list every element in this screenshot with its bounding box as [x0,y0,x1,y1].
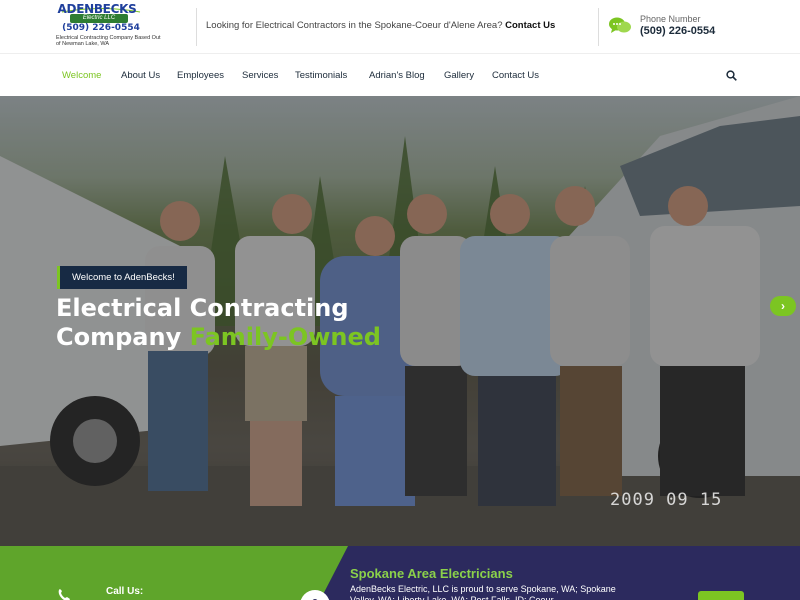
nav-item-testimonials[interactable]: Testimonials [295,70,347,81]
phone-icon [58,589,70,600]
logo-tagline: Electrical Contracting Company Based Out… [56,35,161,47]
chat-bubbles-icon [609,17,631,33]
service-area-text: AdenBecks Electric, LLC is proud to serv… [350,584,616,600]
nav-item-welcome[interactable]: Welcome [62,70,101,81]
nav-item-services[interactable]: Services [242,70,278,81]
hero-title-line2: Company Family-Owned [56,323,576,352]
info-band-button[interactable] [698,591,744,600]
phone-label: Phone Number [640,14,701,24]
search-icon[interactable] [726,70,737,81]
header-divider [598,8,599,46]
contact-us-link[interactable]: Contact Us [505,20,555,31]
phone-number[interactable]: (509) 226-0554 [640,25,715,37]
hero-title-prefix: Company [56,323,190,351]
hero-title-highlight: Family-Owned [189,323,381,351]
logo-script-text: Electric LLC [82,15,116,21]
call-us-label: Call Us: [106,586,144,597]
slider-next-arrow-icon[interactable]: › [770,296,796,316]
nav-item-contact-us[interactable]: Contact Us [492,70,539,81]
company-logo[interactable]: ADENBECKS Electric LLC (509) 226-0554 El… [56,1,161,51]
logo-script-banner: Electric LLC [70,14,128,23]
nav-item-about-us[interactable]: About Us [121,70,160,81]
hero-title: Electrical Contracting Company Family-Ow… [56,294,576,352]
contact-question: Looking for Electrical Contractors in th… [206,20,555,31]
main-nav: Welcome About Us Employees Services Test… [0,53,800,96]
nav-item-employees[interactable]: Employees [177,70,224,81]
contact-question-text: Looking for Electrical Contractors in th… [206,20,503,31]
nav-item-gallery[interactable]: Gallery [444,70,474,81]
header-divider [196,8,197,46]
top-header: ADENBECKS Electric LLC (509) 226-0554 El… [0,0,800,52]
nav-item-adrians-blog[interactable]: Adrian's Blog [369,70,425,81]
info-band-green-panel [0,546,348,600]
hero-title-line1: Electrical Contracting [56,294,349,322]
service-area-title: Spokane Area Electricians [350,566,513,581]
info-band: Call Us: Spokane Area Electricians AdenB… [0,546,800,600]
hero-welcome-badge: Welcome to AdenBecks! [57,266,187,289]
hero-slider: Welcome to AdenBecks! Electrical Contrac… [0,96,800,546]
logo-phone: (509) 226-0554 [62,23,140,33]
photo-date-stamp: 2009 09 15 [610,490,723,510]
